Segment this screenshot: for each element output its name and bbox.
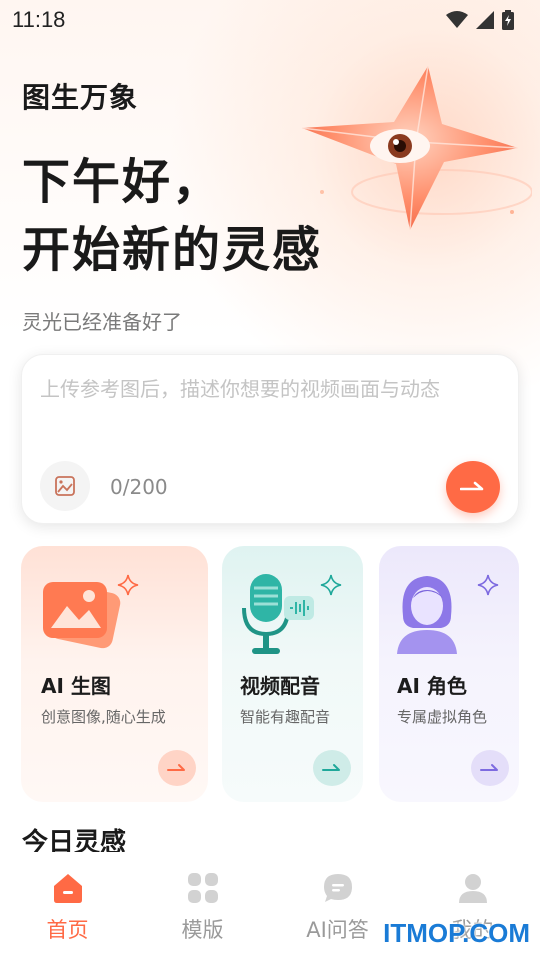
app-brand: 图生万象 (22, 81, 139, 114)
feature-card-ai-character[interactable]: AI 角色 专属虚拟角色 (379, 546, 519, 802)
status-icons (446, 10, 514, 30)
feature-desc: 创意图像,随心生成 (41, 708, 166, 726)
upload-image-button[interactable] (40, 461, 90, 511)
send-button[interactable] (446, 461, 500, 513)
tab-label: 模版 (181, 918, 224, 942)
feature-card-ai-image[interactable]: AI 生图 创意图像,随心生成 (21, 546, 208, 802)
char-counter: 0/200 (110, 475, 168, 499)
status-bar: 11:18 (0, 0, 540, 40)
feature-go-button[interactable] (158, 750, 196, 786)
prompt-input[interactable] (40, 369, 500, 409)
user-icon (458, 874, 487, 903)
greeting-line-2: 开始新的灵感 (22, 222, 323, 278)
arrow-right-icon (167, 764, 185, 771)
hero-star-eye-illustration (301, 65, 532, 231)
tab-label: AI问答 (306, 918, 369, 942)
arrow-right-icon (480, 764, 498, 771)
battery-icon (502, 10, 514, 30)
wifi-icon (446, 11, 468, 28)
subtitle: 灵光已经准备好了 (22, 310, 182, 334)
feature-card-video-dubbing[interactable]: 视频配音 智能有趣配音 (222, 546, 363, 802)
sparkle-icon (320, 574, 342, 596)
tab-home[interactable]: 首页 (13, 872, 123, 944)
sparkle-icon (117, 574, 139, 596)
avatar-icon (397, 576, 457, 654)
feature-desc: 智能有趣配音 (240, 708, 331, 726)
feature-go-button[interactable] (471, 750, 509, 786)
tab-label: 首页 (46, 918, 89, 942)
home-icon (53, 874, 82, 903)
feature-title: AI 角色 (397, 674, 467, 698)
greeting-line-1: 下午好， (22, 154, 223, 210)
feature-title: 视频配音 (240, 674, 320, 698)
grid-icon (187, 873, 218, 903)
arrow-right-icon (322, 764, 340, 771)
greeting: 下午好， 开始新的灵感 (22, 148, 322, 284)
microphone-icon (242, 574, 314, 654)
status-time: 11:18 (12, 7, 66, 32)
feature-title: AI 生图 (41, 674, 111, 698)
tab-ai-qa[interactable]: AI问答 (283, 872, 393, 944)
feature-desc: 专属虚拟角色 (397, 708, 488, 726)
prompt-card: 0/200 (21, 354, 519, 524)
picture-stack-icon (43, 582, 121, 649)
chat-icon (323, 874, 352, 902)
tab-templates[interactable]: 模版 (148, 872, 258, 944)
sparkle-icon (477, 574, 499, 596)
signal-icon (476, 11, 494, 29)
image-icon (55, 476, 75, 496)
watermark: ITMOP.COM (383, 918, 530, 948)
feature-go-button[interactable] (313, 750, 351, 786)
arrow-right-icon (460, 481, 484, 491)
